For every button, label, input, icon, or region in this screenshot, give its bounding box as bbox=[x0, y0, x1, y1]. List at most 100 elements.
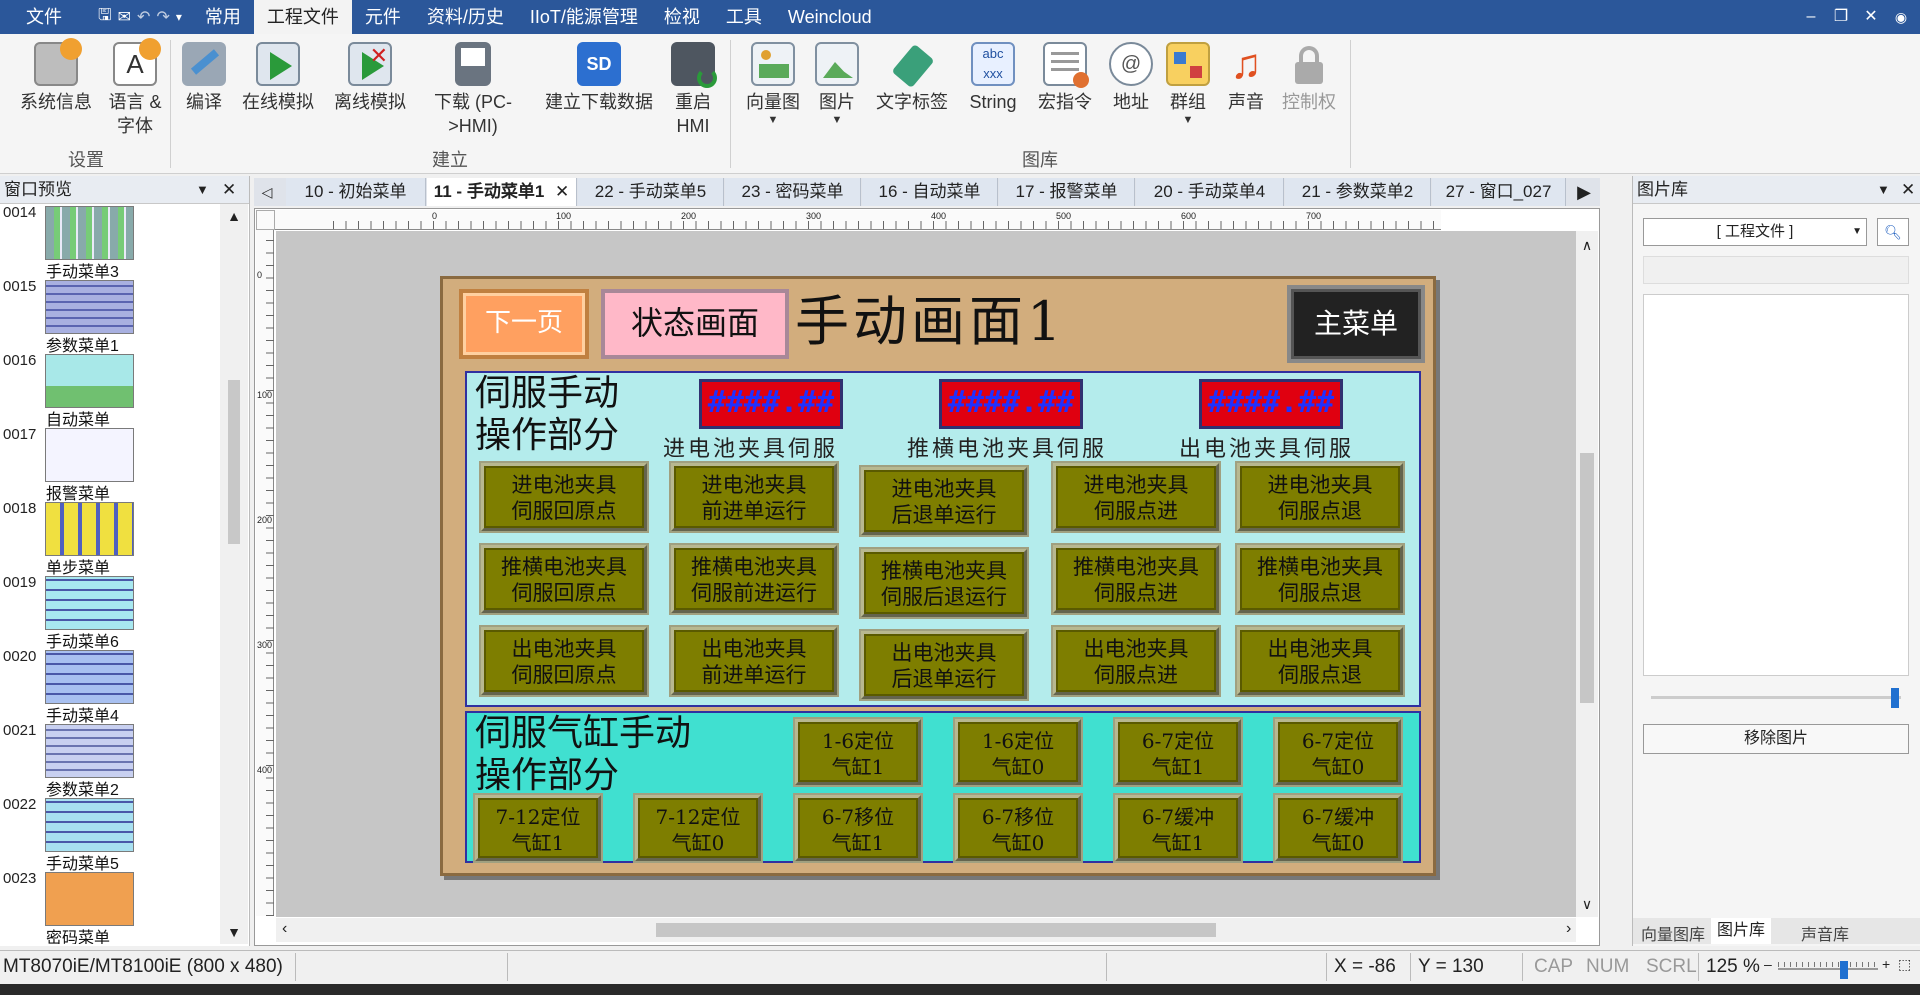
cylinder-button[interactable]: 6-7定位 气缸0 bbox=[1275, 719, 1401, 785]
scroll-right-icon[interactable]: › bbox=[1566, 920, 1571, 938]
list-item[interactable]: 0023 密码菜单 bbox=[0, 870, 220, 944]
list-item[interactable]: 0021 参数菜单2 bbox=[0, 722, 220, 799]
tab-window-17[interactable]: 17 - 报警菜单 bbox=[999, 178, 1135, 206]
servo-button[interactable]: 出电池夹具 伺服点退 bbox=[1237, 627, 1403, 695]
library-filter-field[interactable] bbox=[1643, 256, 1909, 284]
tab-common[interactable]: 常用 bbox=[192, 0, 254, 34]
list-item[interactable]: 0018 单步菜单 bbox=[0, 500, 220, 577]
fit-screen-icon[interactable]: ⬚ bbox=[1898, 956, 1911, 973]
download-button[interactable]: 下载 (PC->HMI) bbox=[428, 42, 518, 138]
cylinder-button[interactable]: 6-7缓冲 气缸0 bbox=[1275, 795, 1401, 861]
save-all-icon[interactable]: ✉ bbox=[118, 7, 131, 27]
list-item[interactable]: 0017 报警菜单 bbox=[0, 426, 220, 503]
servo-button[interactable]: 出电池夹具 伺服点进 bbox=[1053, 627, 1219, 695]
next-page-button[interactable]: 下一页 bbox=[459, 289, 589, 359]
save-icon[interactable]: 🖫 bbox=[98, 4, 112, 31]
cylinder-button[interactable]: 6-7定位 气缸1 bbox=[1115, 719, 1241, 785]
servo-button[interactable]: 推横电池夹具 伺服后退运行 bbox=[861, 549, 1027, 617]
restore-icon[interactable]: ❐ bbox=[1826, 0, 1856, 34]
servo-button[interactable]: 进电池夹具 伺服点退 bbox=[1237, 463, 1403, 531]
build-download-data-button[interactable]: SD 建立下载数据 bbox=[540, 42, 658, 114]
zoom-slider[interactable] bbox=[1778, 959, 1878, 979]
tab-window-10[interactable]: 10 - 初始菜单 bbox=[286, 178, 426, 206]
tab-sound-library[interactable]: 声音库 bbox=[1801, 921, 1849, 945]
system-info-button[interactable]: 系统信息 bbox=[14, 38, 98, 114]
tab-window-23[interactable]: 23 - 密码菜单 bbox=[725, 178, 861, 206]
sound-button[interactable]: ♫ 声音 bbox=[1222, 42, 1270, 114]
tab-scroll-left-icon[interactable]: ◁ bbox=[254, 178, 280, 206]
servo-button[interactable]: 出电池夹具 前进单运行 bbox=[671, 627, 837, 695]
zoom-in-icon[interactable]: + bbox=[1882, 956, 1890, 972]
cylinder-button[interactable]: 6-7移位 气缸1 bbox=[795, 795, 921, 861]
list-item[interactable]: 0022 手动菜单5 bbox=[0, 796, 220, 873]
library-image-list[interactable] bbox=[1643, 294, 1909, 676]
tab-image-library[interactable]: 图片库 bbox=[1711, 918, 1772, 944]
tab-window-27[interactable]: 27 - 窗口_027 bbox=[1432, 178, 1566, 206]
customize-icon[interactable]: ▾ bbox=[176, 10, 182, 24]
tab-project[interactable]: 工程文件 bbox=[253, 0, 352, 34]
help-icon[interactable]: ◉ bbox=[1886, 0, 1916, 34]
canvas-horizontal-scrollbar[interactable]: ‹ › bbox=[276, 918, 1576, 942]
list-item[interactable]: 0015 参数菜单1 bbox=[0, 278, 220, 355]
cylinder-button[interactable]: 6-7移位 气缸0 bbox=[955, 795, 1081, 861]
tab-window-20[interactable]: 20 - 手动菜单4 bbox=[1136, 178, 1284, 206]
menu-file[interactable]: 文件 bbox=[0, 0, 88, 34]
panel-menu-icon[interactable]: ▼ bbox=[1877, 176, 1890, 204]
servo-button[interactable]: 推横电池夹具 伺服回原点 bbox=[481, 545, 647, 613]
list-item[interactable]: 0014 手动菜单3 bbox=[0, 204, 220, 281]
offline-simulation-button[interactable]: ✕ 离线模拟 bbox=[330, 42, 410, 114]
tab-window-21[interactable]: 21 - 参数菜单2 bbox=[1285, 178, 1431, 206]
servo-button[interactable]: 推横电池夹具 伺服前进运行 bbox=[671, 545, 837, 613]
canvas-vertical-scrollbar[interactable]: ∧ ∨ bbox=[1576, 231, 1598, 917]
tab-data-history[interactable]: 资料/历史 bbox=[414, 0, 517, 34]
cylinder-button[interactable]: 7-12定位 气缸1 bbox=[475, 795, 601, 861]
servo-button[interactable]: 进电池夹具 伺服点进 bbox=[1053, 463, 1219, 531]
scroll-down-icon[interactable]: ∨ bbox=[1576, 896, 1598, 913]
scroll-left-icon[interactable]: ‹ bbox=[282, 920, 287, 938]
tab-window-22[interactable]: 22 - 手动菜单5 bbox=[578, 178, 724, 206]
tab-weincloud[interactable]: Weincloud bbox=[775, 0, 885, 34]
servo-button[interactable]: 推横电池夹具 伺服点退 bbox=[1237, 545, 1403, 613]
library-search-button[interactable]: 🔍︎ bbox=[1877, 218, 1909, 246]
minimize-icon[interactable]: – bbox=[1796, 0, 1826, 34]
list-item[interactable]: 0019 手动菜单6 bbox=[0, 574, 220, 651]
scroll-up-icon[interactable]: ▲ bbox=[220, 208, 248, 224]
cylinder-button[interactable]: 6-7缓冲 气缸1 bbox=[1115, 795, 1241, 861]
vector-image-button[interactable]: 向量图 ▼ bbox=[744, 42, 802, 126]
zoom-out-icon[interactable]: – bbox=[1764, 956, 1772, 972]
panel-close-icon[interactable]: ✕ bbox=[1901, 176, 1915, 204]
panel-close-icon[interactable]: ✕ bbox=[222, 176, 236, 204]
redo-icon[interactable]: ↷ bbox=[156, 7, 169, 27]
tab-vector-library[interactable]: 向量图库 bbox=[1641, 921, 1705, 945]
slider-thumb[interactable] bbox=[1891, 688, 1899, 708]
left-panel-scrollbar[interactable]: ▲ ▼ bbox=[220, 204, 248, 944]
macro-button[interactable]: 宏指令 bbox=[1034, 42, 1096, 114]
thumbnail-size-slider[interactable] bbox=[1651, 688, 1901, 708]
tab-scroll-right-icon[interactable]: ▶ bbox=[1572, 178, 1596, 206]
image-button[interactable]: 图片 ▼ bbox=[812, 42, 862, 126]
cylinder-button[interactable]: 7-12定位 气缸0 bbox=[635, 795, 761, 861]
library-source-dropdown[interactable]: [ 工程文件 ] ▼ bbox=[1643, 218, 1867, 246]
group-button[interactable]: 群组 ▼ bbox=[1164, 42, 1212, 126]
status-screen-button[interactable]: 状态画面 bbox=[601, 289, 789, 359]
servo-button[interactable]: 推横电池夹具 伺服点进 bbox=[1053, 545, 1219, 613]
scroll-thumb[interactable] bbox=[228, 380, 240, 544]
cylinder-button[interactable]: 1-6定位 气缸1 bbox=[795, 719, 921, 785]
restart-hmi-button[interactable]: 重启 HMI bbox=[668, 42, 718, 138]
tab-view[interactable]: 检视 bbox=[651, 0, 713, 34]
tab-objects[interactable]: 元件 bbox=[352, 0, 414, 34]
panel-menu-icon[interactable]: ▼ bbox=[196, 176, 209, 204]
servo-button[interactable]: 出电池夹具 后退单运行 bbox=[861, 631, 1027, 699]
scroll-down-icon[interactable]: ▼ bbox=[220, 924, 248, 940]
tab-tools[interactable]: 工具 bbox=[713, 0, 775, 34]
remove-image-button[interactable]: 移除图片 bbox=[1643, 724, 1909, 754]
slider-thumb[interactable] bbox=[1840, 961, 1848, 979]
tab-window-11[interactable]: 11 - 手动菜单1 ✕ bbox=[427, 178, 577, 206]
close-icon[interactable]: ✕ bbox=[1856, 0, 1886, 34]
servo-button[interactable]: 进电池夹具 伺服回原点 bbox=[481, 463, 647, 531]
servo-button[interactable]: 进电池夹具 后退单运行 bbox=[861, 467, 1027, 535]
main-menu-button[interactable]: 主菜单 bbox=[1287, 285, 1425, 363]
tab-close-icon[interactable]: ✕ bbox=[555, 182, 569, 201]
scroll-up-icon[interactable]: ∧ bbox=[1576, 237, 1598, 254]
online-simulation-button[interactable]: 在线模拟 bbox=[238, 42, 318, 114]
